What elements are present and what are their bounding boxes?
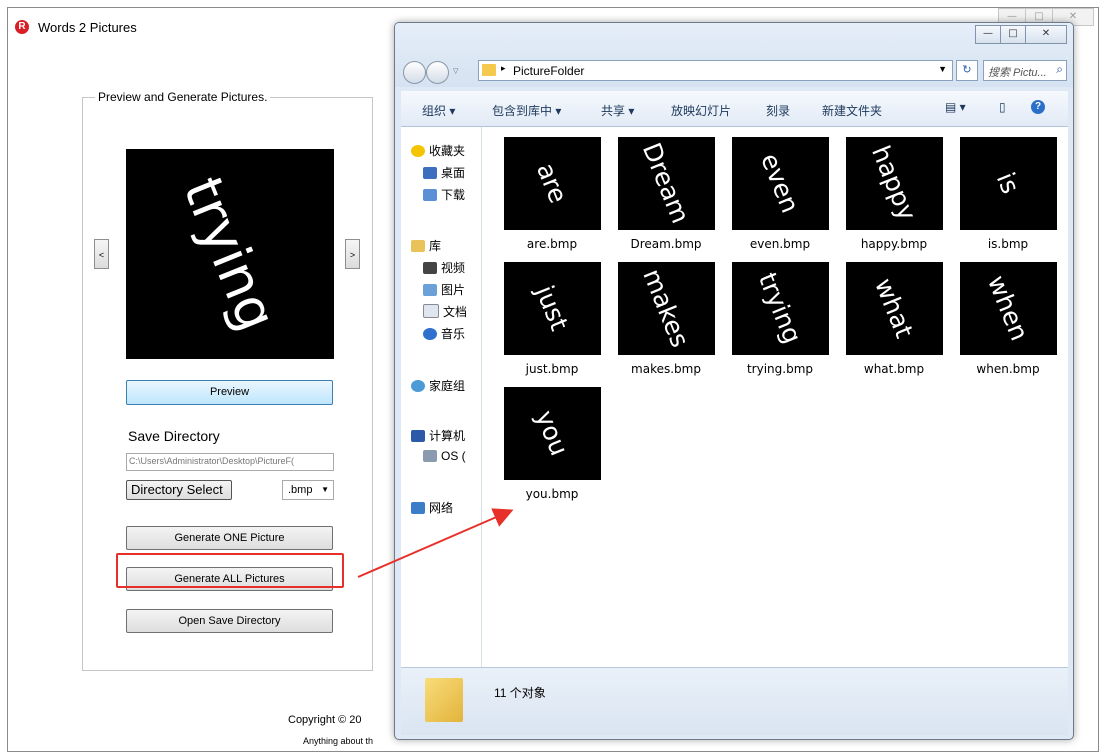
preview-word: trying (171, 168, 289, 340)
nav-desktop[interactable]: 桌面 (423, 164, 465, 181)
thumbnail-makes[interactable]: makes (618, 262, 715, 355)
burn-button[interactable]: 刻录 (766, 102, 790, 119)
generate-one-button[interactable]: Generate ONE Picture (126, 526, 333, 550)
nav-homegroup[interactable]: 家庭组 (411, 377, 465, 394)
explorer-close-button[interactable]: ✕ (1025, 25, 1067, 44)
prev-button[interactable]: < (94, 239, 109, 269)
highlight-box (116, 553, 344, 588)
network-icon (411, 502, 425, 514)
share-menu[interactable]: 共享 ▾ (601, 102, 634, 119)
group-title: Preview and Generate Pictures. (95, 90, 271, 104)
new-folder-button[interactable]: 新建文件夹 (822, 102, 882, 119)
folder-icon (482, 64, 496, 76)
document-icon (423, 304, 439, 318)
thumbnail-when[interactable]: when (960, 262, 1057, 355)
format-select[interactable]: .bmp ▼ (282, 480, 334, 500)
thumbnail-what[interactable]: what (846, 262, 943, 355)
command-bar: 组织 ▾ 包含到库中 ▾ 共享 ▾ 放映幻灯片 刻录 新建文件夹 ▤ ▾ ▯ ? (401, 91, 1068, 127)
directory-select-button[interactable]: Directory Select (126, 480, 232, 500)
help-icon[interactable]: ? (1031, 100, 1045, 114)
nav-music[interactable]: 音乐 (423, 325, 465, 342)
file-name[interactable]: even.bmp (725, 237, 835, 251)
file-name[interactable]: you.bmp (497, 487, 607, 501)
thumbnail-even[interactable]: even (732, 137, 829, 230)
nav-pictures[interactable]: 图片 (423, 281, 465, 298)
details-pane: 11 个对象 (401, 667, 1068, 735)
forward-arrow-icon[interactable] (426, 61, 449, 84)
nav-libraries[interactable]: 库 (411, 237, 441, 254)
explorer-window-controls: — □ ✕ (975, 25, 1067, 44)
thumbnail-just[interactable]: just (504, 262, 601, 355)
preview-button[interactable]: Preview (126, 380, 333, 405)
thumbnail-is[interactable]: is (960, 137, 1057, 230)
app-logo-icon: R (15, 20, 29, 34)
organize-menu[interactable]: 组织 ▾ (422, 102, 455, 119)
open-save-directory-button[interactable]: Open Save Directory (126, 609, 333, 633)
computer-icon (411, 430, 425, 442)
search-placeholder: 搜索 Pictu... (988, 67, 1047, 79)
slideshow-button[interactable]: 放映幻灯片 (671, 102, 731, 119)
item-count: 11 个对象 (494, 686, 546, 700)
save-directory-label: Save Directory (128, 428, 220, 444)
file-name[interactable]: happy.bmp (839, 237, 949, 251)
thumbnail-dream[interactable]: Dream (618, 137, 715, 230)
drive-icon (423, 450, 437, 462)
music-icon (423, 328, 437, 340)
chevron-down-icon: ▼ (321, 485, 329, 494)
folder-icon (425, 678, 463, 722)
homegroup-icon (411, 380, 425, 392)
app-title: Words 2 Pictures (38, 20, 137, 35)
history-dropdown-icon[interactable]: ▽ (453, 67, 458, 75)
nav-network[interactable]: 网络 (411, 499, 453, 516)
view-options-icon[interactable]: ▤ ▾ (945, 100, 966, 114)
navigation-pane: 收藏夹 桌面 下载 库 视频 图片 文档 音乐 家庭组 计算机 OS ( 网络 (401, 127, 482, 667)
nav-downloads[interactable]: 下载 (423, 186, 465, 203)
picture-icon (423, 284, 437, 296)
next-button[interactable]: > (345, 239, 360, 269)
search-input[interactable]: 搜索 Pictu... ⌕ (983, 60, 1067, 81)
nav-documents[interactable]: 文档 (423, 303, 467, 320)
format-value: .bmp (288, 484, 313, 496)
nav-videos[interactable]: 视频 (423, 259, 465, 276)
video-icon (423, 262, 437, 274)
preview-image: trying (126, 149, 334, 359)
nav-computer[interactable]: 计算机 (411, 427, 465, 444)
explorer-maximize-button[interactable]: □ (1000, 25, 1026, 44)
file-name[interactable]: when.bmp (953, 362, 1063, 376)
thumbnail-trying[interactable]: trying (732, 262, 829, 355)
desktop-icon (423, 167, 437, 179)
refresh-icon[interactable]: ↻ (956, 60, 978, 81)
thumbnail-happy[interactable]: happy (846, 137, 943, 230)
address-bar[interactable]: ▸ PictureFolder ▼ (478, 60, 953, 81)
nav-os-drive[interactable]: OS ( (423, 449, 466, 463)
file-name[interactable]: is.bmp (953, 237, 1063, 251)
file-name[interactable]: makes.bmp (611, 362, 721, 376)
file-name[interactable]: trying.bmp (725, 362, 835, 376)
file-name[interactable]: just.bmp (497, 362, 607, 376)
library-icon (411, 240, 425, 252)
breadcrumb-picturefolder[interactable]: PictureFolder (513, 64, 584, 78)
copyright-text: Copyright © 20 (288, 714, 362, 726)
address-dropdown-icon[interactable]: ▼ (938, 64, 947, 74)
explorer-window: — □ ✕ ▽ ▸ PictureFolder ▼ ↻ 搜索 Pictu... … (394, 22, 1074, 740)
breadcrumb-separator-icon: ▸ (501, 63, 506, 73)
thumbnail-you[interactable]: you (504, 387, 601, 480)
search-icon[interactable]: ⌕ (1056, 62, 1063, 77)
star-icon (411, 145, 425, 157)
directory-field[interactable]: C:\Users\Administrator\Desktop\PictureF( (126, 453, 334, 471)
include-library-menu[interactable]: 包含到库中 ▾ (492, 102, 561, 119)
preview-pane-icon[interactable]: ▯ (999, 100, 1006, 114)
explorer-minimize-button[interactable]: — (975, 25, 1001, 44)
thumbnail-are[interactable]: are (504, 137, 601, 230)
nav-favorites[interactable]: 收藏夹 (411, 142, 465, 159)
contact-text: Anything about th (303, 736, 374, 746)
file-name[interactable]: Dream.bmp (611, 237, 721, 251)
file-list: are are.bmp Dream Dream.bmp even even.bm… (482, 127, 1068, 667)
download-icon (423, 189, 437, 201)
file-name[interactable]: are.bmp (497, 237, 607, 251)
back-arrow-icon[interactable] (403, 61, 426, 84)
file-name[interactable]: what.bmp (839, 362, 949, 376)
